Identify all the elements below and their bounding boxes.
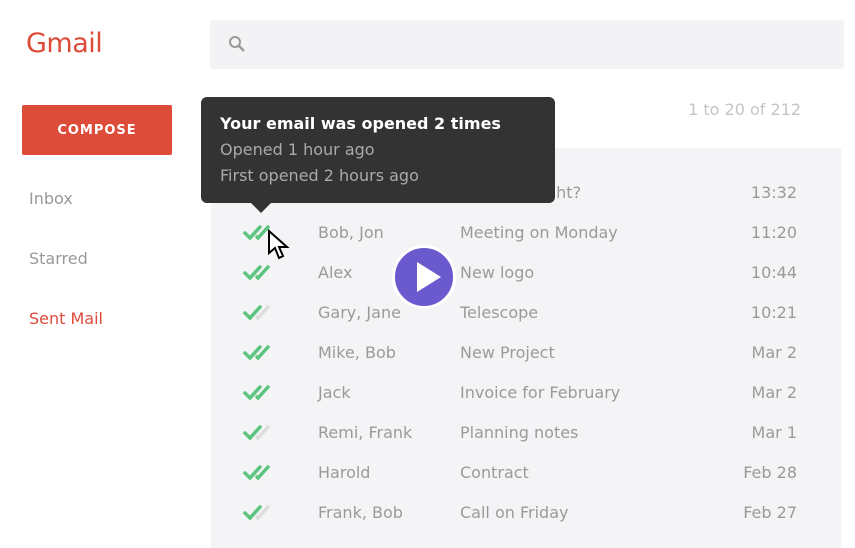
cursor-icon xyxy=(268,229,290,260)
email-time: Feb 27 xyxy=(743,503,797,522)
email-subject: Planning notes xyxy=(460,423,579,442)
email-subject: New logo xyxy=(460,263,535,282)
email-row[interactable]: Alex New logo 10:44 xyxy=(211,253,841,293)
email-recipients: Mike, Bob xyxy=(318,343,396,362)
email-time: 10:44 xyxy=(750,263,797,282)
read-receipt-icon[interactable] xyxy=(243,305,279,321)
email-time: Mar 2 xyxy=(751,343,797,362)
email-row[interactable]: Mike, Bob New Project Mar 2 xyxy=(211,333,841,373)
email-row[interactable]: Gary, Jane Telescope 10:21 xyxy=(211,293,841,333)
email-recipients: Remi, Frank xyxy=(318,423,413,442)
email-recipients: Harold xyxy=(318,463,371,482)
email-subject: Contract xyxy=(460,463,529,482)
play-button[interactable] xyxy=(392,245,456,309)
email-subject: Invoice for February xyxy=(460,383,621,402)
tooltip-line: Opened 1 hour ago xyxy=(220,140,375,159)
read-receipt-icon[interactable] xyxy=(243,425,279,441)
gmail-logo: Gmail xyxy=(26,28,103,59)
email-list: ght? 13:32 Bob, Jon Meeting on Monday 11:20 A… xyxy=(211,148,841,548)
email-row[interactable]: Jack Invoice for February Mar 2 xyxy=(211,373,841,413)
email-row[interactable]: Bob, Jon Meeting on Monday 11:20 xyxy=(211,213,841,253)
email-time: 11:20 xyxy=(750,223,797,242)
read-receipt-icon[interactable] xyxy=(243,265,279,281)
search-icon xyxy=(229,36,245,52)
read-receipt-icon[interactable] xyxy=(243,345,279,361)
nav-inbox[interactable]: Inbox xyxy=(29,189,73,208)
nav-sent-mail[interactable]: Sent Mail xyxy=(29,309,103,328)
email-time: Mar 1 xyxy=(751,423,797,442)
email-subject: Meeting on Monday xyxy=(460,223,618,242)
tooltip-line: First opened 2 hours ago xyxy=(220,166,419,185)
email-subject: New Project xyxy=(460,343,555,362)
email-time: 13:32 xyxy=(750,183,797,202)
email-recipients: Jack xyxy=(318,383,351,402)
search-input[interactable] xyxy=(210,20,844,69)
email-recipients: Bob, Jon xyxy=(318,223,384,242)
email-subject: Telescope xyxy=(460,303,539,322)
email-time: 10:21 xyxy=(750,303,797,322)
email-subject: Call on Friday xyxy=(460,503,569,522)
email-row[interactable]: Harold Contract Feb 28 xyxy=(211,453,841,493)
open-tracking-tooltip: Your email was opened 2 times Opened 1 h… xyxy=(201,97,555,213)
email-recipients: Frank, Bob xyxy=(318,503,403,522)
compose-button[interactable]: COMPOSE xyxy=(22,105,172,155)
email-row[interactable]: Remi, Frank Planning notes Mar 1 xyxy=(211,413,841,453)
email-time: Feb 28 xyxy=(743,463,797,482)
read-receipt-icon[interactable] xyxy=(243,505,279,521)
read-receipt-icon[interactable] xyxy=(243,465,279,481)
pagination-text: 1 to 20 of 212 xyxy=(688,100,801,119)
email-row[interactable]: Frank, Bob Call on Friday Feb 27 xyxy=(211,493,841,533)
read-receipt-icon[interactable] xyxy=(243,385,279,401)
tooltip-title: Your email was opened 2 times xyxy=(220,114,501,133)
play-icon xyxy=(417,262,441,292)
email-time: Mar 2 xyxy=(751,383,797,402)
email-recipients: Gary, Jane xyxy=(318,303,401,322)
email-recipients: Alex xyxy=(318,263,353,282)
nav-starred[interactable]: Starred xyxy=(29,249,88,268)
